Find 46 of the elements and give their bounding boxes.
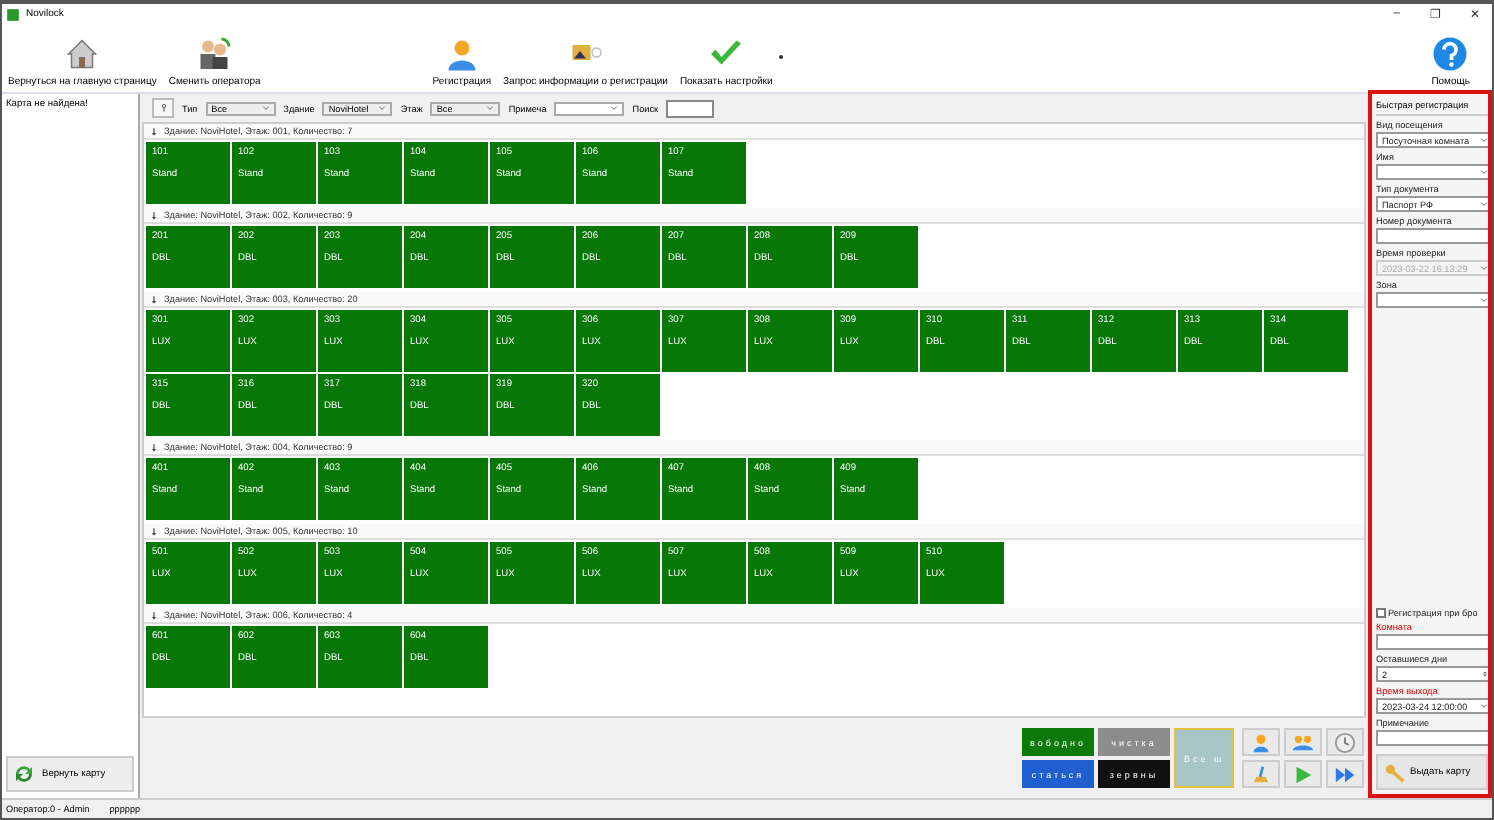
refresh-icon: [12, 762, 36, 786]
input-field[interactable]: [1376, 634, 1488, 650]
arrow-down-icon: [150, 293, 158, 305]
app-logo-icon: [6, 7, 20, 21]
caret-icon: [1480, 200, 1488, 208]
arrow-down-icon: [150, 209, 158, 221]
dropdown-field[interactable]: [1376, 292, 1488, 308]
key-icon: [159, 102, 167, 114]
caret-icon: [1480, 168, 1488, 176]
action-button[interactable]: [1284, 760, 1322, 788]
action-button[interactable]: [1242, 760, 1280, 788]
search-field[interactable]: [666, 99, 714, 117]
caret-icon: [261, 104, 270, 112]
arrow-down-icon: [150, 609, 158, 621]
caret-icon: [1480, 264, 1488, 272]
caret-icon: [1480, 296, 1488, 304]
action-button[interactable]: [1242, 728, 1280, 756]
action-button[interactable]: [1326, 760, 1364, 788]
help-icon: [1432, 36, 1469, 72]
dropdown-field[interactable]: [1376, 164, 1488, 180]
dropdown-dot-icon: [778, 53, 785, 59]
house-icon: [64, 36, 101, 72]
fast-forward-icon: [1334, 763, 1356, 785]
arrow-down-icon: [150, 441, 158, 453]
play-icon: [1292, 763, 1314, 785]
filter-dropdown[interactable]: [554, 101, 625, 115]
broom-icon: [1250, 763, 1272, 785]
input-field[interactable]: [1376, 228, 1488, 244]
clock-icon: [1334, 731, 1356, 753]
caret-icon: [610, 104, 619, 112]
action-button[interactable]: [1284, 728, 1322, 756]
caret-icon: [1480, 136, 1488, 144]
spinner-arrows-icon: [1482, 668, 1488, 680]
input-field[interactable]: [1376, 730, 1488, 746]
key-icon: [1384, 761, 1406, 783]
caret-icon: [1480, 702, 1488, 710]
arrow-down-icon: [150, 125, 158, 137]
arrow-down-icon: [150, 525, 158, 537]
people-icon: [196, 36, 233, 72]
caret-icon: [486, 104, 495, 112]
action-button[interactable]: [1326, 728, 1364, 756]
people-icon: [1292, 731, 1314, 753]
person-icon: [443, 36, 480, 72]
key-button[interactable]: [152, 98, 174, 118]
person-icon: [1250, 731, 1272, 753]
caret-icon: [378, 104, 387, 112]
